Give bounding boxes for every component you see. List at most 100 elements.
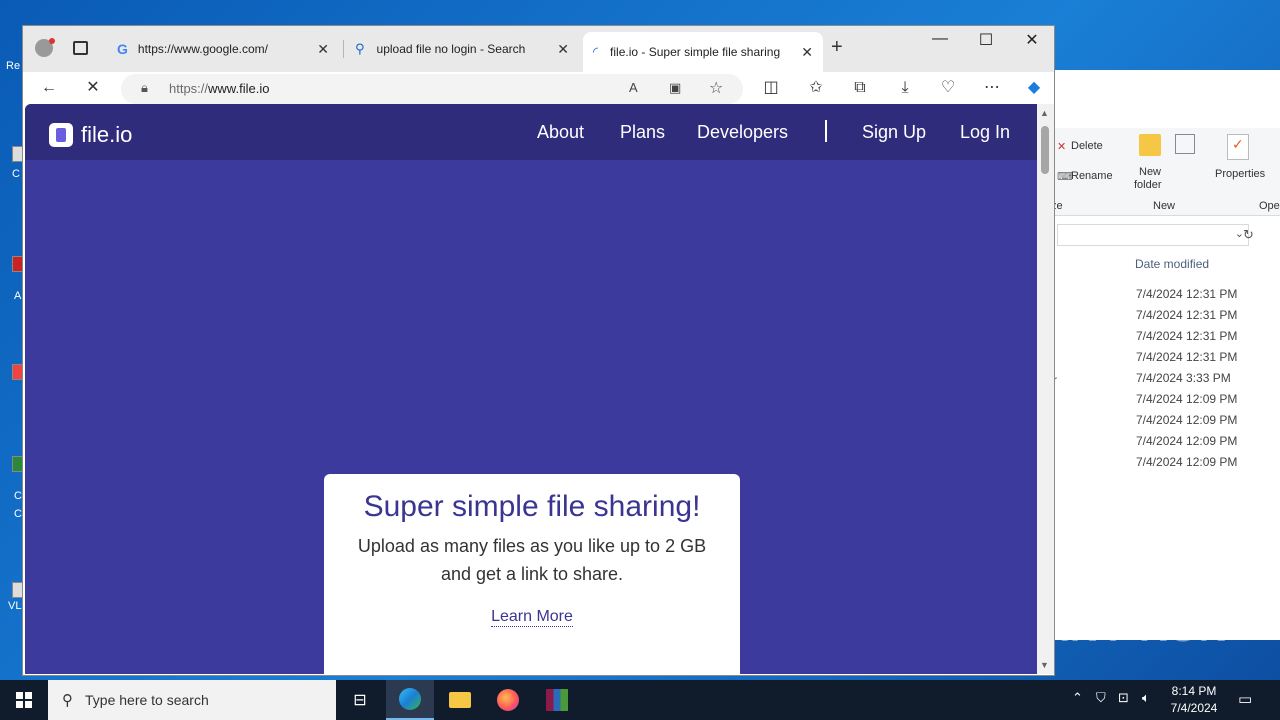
file-date: 7/4/2024 12:09 PM (1136, 392, 1238, 406)
tab-title: upload file no login - Search (376, 42, 526, 56)
new-tab-button[interactable]: + (831, 36, 843, 59)
fileio-logo-icon (49, 123, 73, 147)
desktop-label: C (14, 508, 22, 520)
more-options-icon[interactable]: ⋯ (978, 76, 1006, 100)
file-date: 7/4/2024 12:31 PM (1136, 350, 1238, 364)
tab-title: https://www.google.com/ (137, 42, 268, 56)
url-scheme: https:// (169, 81, 209, 96)
network-icon[interactable]: ⊡ (1118, 690, 1129, 706)
file-date: 7/4/2024 12:31 PM (1136, 287, 1238, 301)
file-date: 7/4/2024 12:31 PM (1136, 308, 1238, 322)
maximize-button[interactable]: ☐ (963, 30, 1009, 50)
volume-icon[interactable]: 🔈︎ (1142, 690, 1150, 706)
copy-path-icon[interactable] (1175, 134, 1195, 154)
desktop-label: Re (6, 60, 21, 72)
clock-date: 7/4/2024 (1170, 701, 1218, 715)
date-modified-column-header[interactable]: Date modified (1135, 257, 1209, 271)
copilot-icon[interactable]: ◆ (1020, 76, 1048, 100)
close-icon[interactable]: ✕ (801, 44, 813, 61)
properties-button[interactable]: Properties (1215, 168, 1265, 180)
immersive-reader-icon[interactable]: ▣ (669, 80, 681, 96)
webpage-fileio: file.io About Plans Developers Sign Up L… (25, 104, 1037, 674)
explorer-address-bar[interactable]: ⌄ (1057, 224, 1249, 246)
edge-browser-window: G https://www.google.com/ ✕ ⚲ upload fil… (22, 25, 1055, 676)
profile-alert-dot (49, 38, 55, 44)
ribbon-group-label: Ope (1259, 200, 1280, 212)
lock-icon[interactable]: 🔒︎ (141, 80, 148, 96)
windows-logo-icon (16, 692, 32, 708)
taskbar-edge[interactable] (386, 680, 434, 720)
new-folder-label[interactable]: folder (1134, 179, 1162, 191)
browser-essentials-icon[interactable]: ♡ (934, 76, 962, 100)
nav-log-in[interactable]: Log In (960, 122, 1010, 143)
folder-icon (449, 692, 471, 708)
collections-icon[interactable]: ⧉ (846, 76, 874, 100)
loading-icon: ◜ (593, 44, 599, 59)
address-bar[interactable]: 🔒︎ https://www.file.io A ▣ ☆ (121, 74, 743, 104)
notifications-icon[interactable]: ▭ (1238, 690, 1252, 708)
task-view-button[interactable]: ⊟ (336, 680, 384, 720)
favorite-star-icon[interactable]: ☆ (709, 78, 723, 98)
fileio-logo[interactable]: file.io (49, 122, 132, 148)
tab-search[interactable]: ⚲ upload file no login - Search ✕ (347, 34, 579, 64)
windows-taskbar: ⚲ Type here to search ⊟ ⌃ ⛉ ⊡ 🔈︎ 8:14 PM… (0, 680, 1280, 720)
tab-actions-icon[interactable] (73, 41, 88, 55)
page-scrollbar[interactable]: ▲ ▼ (1037, 104, 1054, 674)
taskbar-firefox[interactable] (484, 680, 532, 720)
desktop-label: VL (8, 600, 22, 612)
taskbar-clock[interactable]: 8:14 PM 7/4/2024 (1164, 683, 1224, 717)
file-explorer-window: ✕ Delete ⌨ Rename New folder ✓ Propertie… (1050, 70, 1280, 640)
taskbar-search-box[interactable]: ⚲ Type here to search (48, 680, 336, 720)
favorites-icon[interactable]: ✩ (802, 76, 830, 100)
url-host: www.file.io (208, 81, 270, 96)
tab-google[interactable]: G https://www.google.com/ ✕ (109, 34, 339, 64)
hero-description: Upload as many files as you like up to 2… (357, 536, 707, 584)
read-aloud-icon[interactable]: A (629, 80, 638, 95)
taskbar-file-explorer[interactable] (436, 680, 484, 720)
security-tray-icon[interactable]: ⛉ (1096, 690, 1106, 706)
new-folder-label[interactable]: New (1139, 166, 1161, 178)
nav-divider (825, 120, 827, 142)
show-hidden-icons[interactable]: ⌃ (1072, 690, 1083, 706)
tab-title: file.io - Super simple file sharing (610, 45, 781, 59)
scroll-up-icon[interactable]: ▲ (1040, 108, 1049, 118)
close-icon[interactable]: ✕ (557, 41, 569, 58)
firefox-icon (497, 689, 519, 711)
back-button[interactable]: ← (35, 76, 63, 100)
nav-developers[interactable]: Developers (697, 122, 788, 143)
nav-plans[interactable]: Plans (620, 122, 665, 143)
refresh-icon[interactable]: ↻ (1243, 227, 1254, 243)
file-date: 7/4/2024 3:33 PM (1136, 371, 1231, 385)
search-placeholder: Type here to search (85, 692, 209, 708)
tab-strip: G https://www.google.com/ ✕ ⚲ upload fil… (23, 26, 1054, 72)
tab-fileio[interactable]: ◜ file.io - Super simple file sharing ✕ (583, 32, 823, 72)
url-text[interactable]: https://www.file.io (169, 81, 269, 96)
properties-icon: ✓ (1227, 134, 1249, 160)
file-date: 7/4/2024 12:09 PM (1136, 413, 1238, 427)
learn-more-link[interactable]: Learn More (491, 608, 573, 627)
downloads-icon[interactable]: ⤓ (891, 76, 919, 100)
ribbon-group-label: New (1153, 200, 1176, 212)
scroll-down-icon[interactable]: ▼ (1040, 660, 1049, 670)
nav-sign-up[interactable]: Sign Up (862, 122, 926, 143)
stop-loading-button[interactable]: ✕ (79, 76, 107, 100)
search-icon: ⚲ (355, 41, 365, 56)
site-navbar: file.io About Plans Developers Sign Up L… (25, 104, 1037, 160)
tab-separator (343, 40, 344, 58)
minimize-button[interactable]: — (917, 30, 963, 48)
hero-card: Super simple file sharing! Upload as man… (324, 474, 740, 674)
nav-about[interactable]: About (537, 122, 584, 143)
rename-button[interactable]: Rename (1071, 170, 1113, 182)
file-date: 7/4/2024 12:31 PM (1136, 329, 1238, 343)
start-button[interactable] (0, 680, 48, 720)
taskbar-winrar[interactable] (533, 680, 581, 720)
close-window-button[interactable]: ✕ (1009, 30, 1055, 50)
split-screen-icon[interactable]: ◫ (757, 76, 785, 100)
delete-icon: ✕ (1057, 141, 1067, 153)
anyrun-watermark: ANY RUN (1040, 606, 1229, 650)
desktop-label: C (14, 490, 22, 502)
scrollbar-thumb[interactable] (1041, 126, 1049, 174)
close-icon[interactable]: ✕ (317, 41, 329, 58)
delete-button[interactable]: Delete (1071, 140, 1103, 152)
search-icon: ⚲ (62, 692, 73, 709)
